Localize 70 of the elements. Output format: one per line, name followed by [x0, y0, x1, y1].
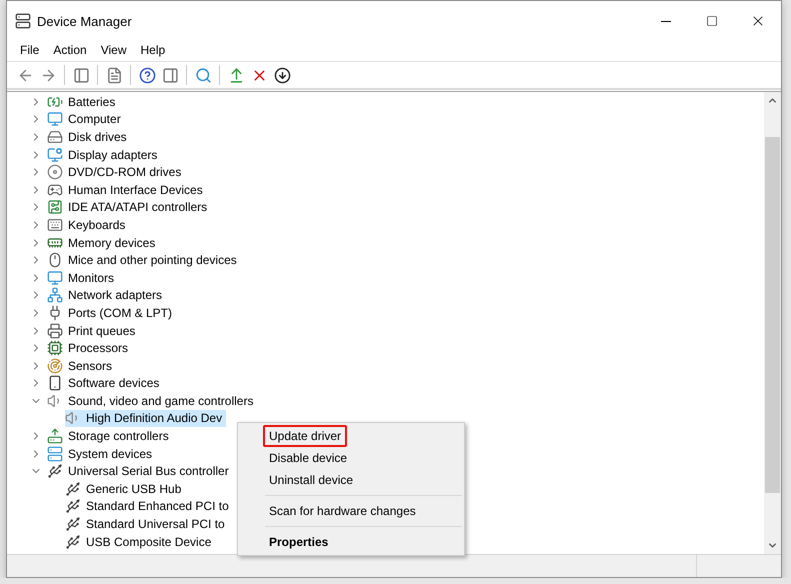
menu-item[interactable]: Uninstall device: [263, 469, 360, 491]
computer-icon: [47, 446, 63, 462]
scrollbar[interactable]: [764, 92, 781, 554]
printer-icon: [47, 322, 63, 339]
tree-item[interactable]: Network adapters: [47, 286, 166, 304]
network-icon: [47, 287, 63, 304]
tree-item[interactable]: Print queues: [47, 322, 140, 340]
tree-item[interactable]: High Definition Audio Dev: [65, 410, 226, 428]
menu-item[interactable]: Disable device: [263, 447, 354, 469]
tree-item[interactable]: Human Interface Devices: [47, 180, 207, 199]
tree-item[interactable]: DVD/CD-ROM drives: [47, 163, 186, 181]
tree-item[interactable]: Keyboards: [47, 216, 130, 234]
help-icon: [138, 66, 156, 84]
usb-icon: [65, 498, 81, 514]
maximize-icon: [706, 15, 718, 27]
properties-icon: [106, 66, 122, 84]
drive-icon: [47, 128, 63, 145]
tree-item[interactable]: Processors: [47, 339, 132, 357]
tree-item[interactable]: Display adapters: [47, 146, 162, 164]
menu-item[interactable]: View: [94, 41, 134, 58]
download-icon: [274, 66, 290, 84]
display-adapter-icon: [47, 146, 63, 163]
console-tree-icon: [72, 66, 90, 84]
usb-icon: [47, 463, 63, 480]
tree-item[interactable]: Ports (COM & LPT): [47, 304, 176, 322]
chip-icon: [47, 340, 63, 356]
tree-item[interactable]: Generic USB Hub: [65, 480, 186, 498]
disc-icon: [47, 164, 63, 180]
tree-item[interactable]: Monitors: [47, 268, 118, 287]
circuit-board-icon: [47, 199, 63, 216]
mouse-icon: [47, 252, 63, 268]
menu-item[interactable]: Properties: [263, 531, 334, 553]
menu-item[interactable]: File: [13, 41, 46, 58]
minimize-icon: [661, 20, 671, 22]
tree-item[interactable]: Standard Enhanced PCI to: [65, 498, 233, 516]
window-title: Device Manager: [37, 14, 133, 28]
tree-item[interactable]: System devices: [47, 444, 156, 462]
tree-item[interactable]: Sound, video and game controllers: [47, 392, 258, 410]
scan-icon: [194, 66, 212, 84]
action-pane-icon: [162, 66, 178, 84]
tree-item[interactable]: Storage controllers: [47, 427, 173, 445]
download-button[interactable]: [272, 65, 292, 85]
menu-item[interactable]: Scan for hardware changes: [263, 500, 422, 522]
tree-item[interactable]: Mice and other pointing devices: [47, 251, 241, 269]
storage-icon: [47, 428, 63, 444]
device-icon: [47, 375, 63, 392]
tree-item[interactable]: Sensors: [47, 356, 116, 374]
gamepad-icon: [47, 182, 63, 198]
monitor-icon: [47, 270, 63, 286]
tree-item[interactable]: IDE ATA/ATAPI controllers: [47, 198, 212, 216]
menu-item[interactable]: Help: [134, 41, 172, 58]
usb-icon: [65, 534, 81, 550]
app-icon: [15, 13, 31, 29]
tree-item[interactable]: Standard Universal PCI to: [65, 515, 229, 533]
sensor-icon: [47, 358, 63, 374]
tree-item[interactable]: Computer: [47, 110, 125, 128]
tree-item[interactable]: Software devices: [47, 374, 164, 392]
tree-item[interactable]: Disk drives: [47, 128, 131, 146]
tree-item[interactable]: Universal Serial Bus controller: [47, 462, 233, 480]
keyboard-icon: [47, 216, 63, 233]
tree-item[interactable]: Batteries: [47, 93, 120, 111]
menu-item[interactable]: Update driver: [263, 425, 348, 447]
scroll-thumb[interactable]: [765, 137, 780, 493]
tree-item[interactable]: USB Composite Device: [65, 532, 216, 550]
usb-icon: [65, 516, 81, 532]
tree-item[interactable]: Memory devices: [47, 234, 160, 252]
help-button[interactable]: [137, 65, 157, 85]
usb-icon: [65, 480, 81, 497]
menu-item[interactable]: Action: [46, 41, 94, 58]
monitor-icon: [47, 111, 63, 128]
